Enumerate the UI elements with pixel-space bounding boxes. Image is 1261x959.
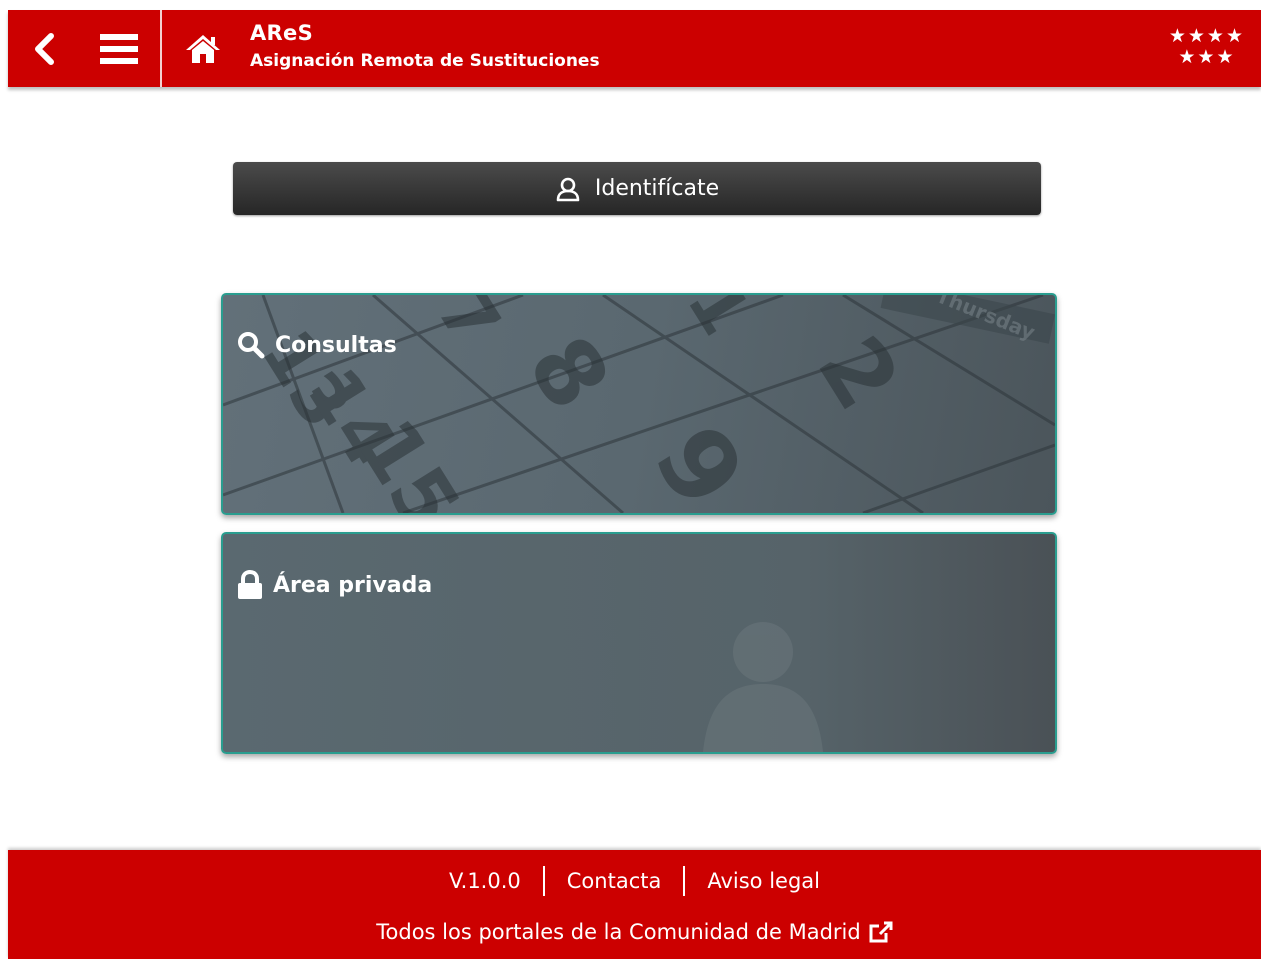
- portals-link[interactable]: Todos los portales de la Comunidad de Ma…: [8, 920, 1261, 944]
- lock-icon: [238, 570, 262, 599]
- footer-separator: [542, 866, 545, 896]
- cal-number-9: 9: [631, 406, 767, 513]
- cal-number-2: 2: [797, 319, 919, 428]
- stars-top-row: ★★★★: [1168, 25, 1245, 47]
- app-header: AReS Asignación Remota de Sustituciones …: [8, 10, 1261, 87]
- cal-number-8: 8: [507, 319, 629, 428]
- menu-button[interactable]: [96, 10, 142, 87]
- area-privada-label-wrap: Área privada: [237, 570, 432, 600]
- app-subtitle: Asignación Remota de Sustituciones: [250, 51, 600, 71]
- footer-links: V.1.0.0 Contacta Aviso legal: [8, 866, 1261, 896]
- home-icon: [186, 34, 220, 63]
- card-consultas[interactable]: 13 14 15 7 8 9 1 2 Thursday Consultas: [221, 293, 1057, 515]
- login-button[interactable]: Identifícate: [233, 162, 1041, 215]
- contact-link[interactable]: Contacta: [567, 869, 662, 893]
- hamburger-icon: [100, 33, 138, 64]
- consultas-label-wrap: Consultas: [237, 331, 397, 359]
- legal-link[interactable]: Aviso legal: [707, 869, 820, 893]
- app-footer: V.1.0.0 Contacta Aviso legal Todos los p…: [8, 850, 1261, 959]
- title-block: AReS Asignación Remota de Sustituciones: [250, 20, 600, 74]
- consultas-label: Consultas: [275, 332, 397, 358]
- madrid-stars-logo: ★★★★ ★★★: [1169, 26, 1245, 68]
- portals-label: Todos los portales de la Comunidad de Ma…: [376, 920, 861, 944]
- user-icon: [556, 177, 580, 201]
- login-label: Identifícate: [594, 176, 720, 201]
- calendar-background: 13 14 15 7 8 9 1 2 Thursday: [223, 295, 1055, 513]
- version-label: V.1.0.0: [448, 869, 521, 893]
- person-silhouette-background: [703, 622, 823, 752]
- home-button[interactable]: [180, 10, 226, 87]
- search-icon: [238, 332, 265, 359]
- app-title: AReS: [250, 21, 313, 45]
- external-link-icon: [869, 921, 893, 943]
- card-area-privada[interactable]: Área privada: [221, 532, 1057, 754]
- footer-separator: [683, 866, 686, 896]
- area-privada-label: Área privada: [273, 572, 433, 598]
- chevron-left-icon: [35, 32, 54, 65]
- back-button[interactable]: [22, 10, 66, 87]
- header-divider: [160, 10, 162, 87]
- stars-bottom-row: ★★★: [1178, 46, 1236, 68]
- cal-number-1: 1: [671, 295, 766, 349]
